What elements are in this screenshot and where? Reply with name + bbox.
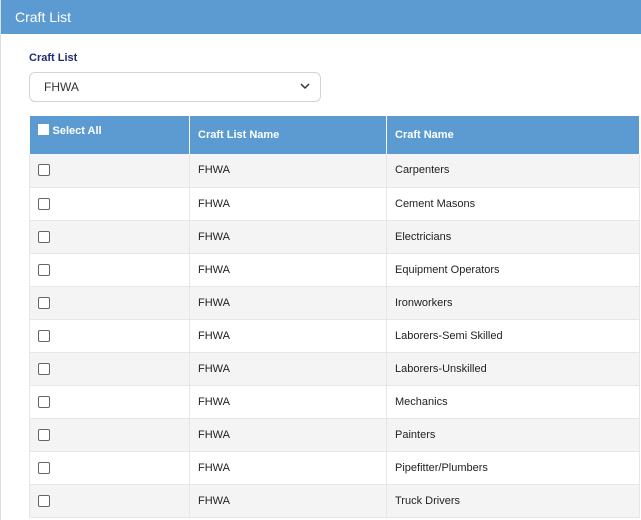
table-row[interactable]: FHWA Electricians (29, 220, 640, 254)
craft-list-name-cell: FHWA (189, 220, 387, 254)
craft-name-cell: Painters (386, 418, 640, 452)
craft-list-name-cell: FHWA (189, 418, 387, 452)
table-row[interactable]: FHWA Laborers-Semi Skilled (29, 319, 640, 353)
table-header-row: Select All Craft List Name Craft Name (29, 116, 640, 154)
table-row[interactable]: FHWA Pipefitter/Plumbers (29, 451, 640, 485)
craft-name-cell: Truck Drivers (386, 484, 640, 518)
table-row[interactable]: FHWA Equipment Operators (29, 253, 640, 287)
craft-name-cell: Mechanics (386, 385, 640, 419)
row-checkbox[interactable] (38, 494, 50, 507)
table-row[interactable]: FHWA Cement Masons (29, 187, 640, 221)
row-select-cell[interactable] (29, 286, 190, 320)
row-select-cell[interactable] (29, 385, 190, 419)
row-select-cell[interactable] (29, 154, 190, 188)
craft-list-name-cell: FHWA (189, 253, 387, 287)
craft-list-name-cell: FHWA (189, 385, 387, 419)
row-select-cell[interactable] (29, 451, 190, 485)
row-checkbox[interactable] (38, 197, 50, 210)
table-row[interactable]: FHWA Laborers-Unskilled (29, 352, 640, 386)
craft-list-name-cell: FHWA (189, 484, 387, 518)
column-header-craft-list-name[interactable]: Craft List Name (189, 116, 387, 154)
row-checkbox[interactable] (38, 329, 50, 342)
craft-list-name-cell: FHWA (189, 451, 387, 485)
craft-name-cell: Carpenters (386, 154, 640, 188)
row-select-cell[interactable] (29, 187, 190, 221)
row-select-cell[interactable] (29, 319, 190, 353)
craft-list-selected-value: FHWA (44, 80, 79, 94)
select-all-header[interactable]: Select All (29, 116, 190, 154)
craft-name-cell: Laborers-Semi Skilled (386, 319, 640, 353)
craft-list-name-cell: FHWA (189, 319, 387, 353)
row-checkbox[interactable] (38, 230, 50, 243)
row-select-cell[interactable] (29, 253, 190, 287)
column-header-craft-name[interactable]: Craft Name (386, 116, 640, 154)
craft-list-name-cell: FHWA (189, 187, 387, 221)
craft-table: Select All Craft List Name Craft Name FH… (29, 116, 640, 518)
row-select-cell[interactable] (29, 352, 190, 386)
row-checkbox[interactable] (38, 395, 50, 408)
craft-list-name-cell: FHWA (189, 286, 387, 320)
row-select-cell[interactable] (29, 220, 190, 254)
row-select-cell[interactable] (29, 418, 190, 452)
craft-list-select[interactable]: FHWA (29, 72, 321, 102)
craft-name-cell: Electricians (386, 220, 640, 254)
table-row[interactable]: FHWA Painters (29, 418, 640, 452)
table-row[interactable]: FHWA Truck Drivers (29, 484, 640, 518)
panel-header: Craft List (1, 0, 641, 34)
row-checkbox[interactable] (38, 263, 50, 276)
craft-list-name-cell: FHWA (189, 154, 387, 188)
chevron-down-icon (300, 83, 310, 90)
table-row[interactable]: FHWA Carpenters (29, 154, 640, 188)
craft-list-panel: Craft List Craft List FHWA Select All Cr… (0, 0, 641, 520)
row-checkbox[interactable] (38, 428, 50, 441)
row-checkbox[interactable] (38, 461, 50, 474)
craft-name-cell: Laborers-Unskilled (386, 352, 640, 386)
table-row[interactable]: FHWA Ironworkers (29, 286, 640, 320)
row-checkbox[interactable] (38, 296, 50, 309)
craft-name-cell: Ironworkers (386, 286, 640, 320)
table-row[interactable]: FHWA Mechanics (29, 385, 640, 419)
row-checkbox[interactable] (38, 362, 50, 375)
table-body: FHWA Carpenters FHWA Cement Masons FHWA Elect… (29, 154, 640, 518)
craft-list-field-label: Craft List (29, 52, 78, 64)
craft-name-cell: Cement Masons (386, 187, 640, 221)
craft-name-cell: Equipment Operators (386, 253, 640, 287)
craft-name-cell: Pipefitter/Plumbers (386, 451, 640, 485)
select-all-label: Select All (52, 125, 102, 137)
row-checkbox[interactable] (38, 164, 50, 177)
row-select-cell[interactable] (29, 484, 190, 518)
select-all-checkbox[interactable] (37, 124, 49, 135)
craft-list-name-cell: FHWA (189, 352, 387, 386)
